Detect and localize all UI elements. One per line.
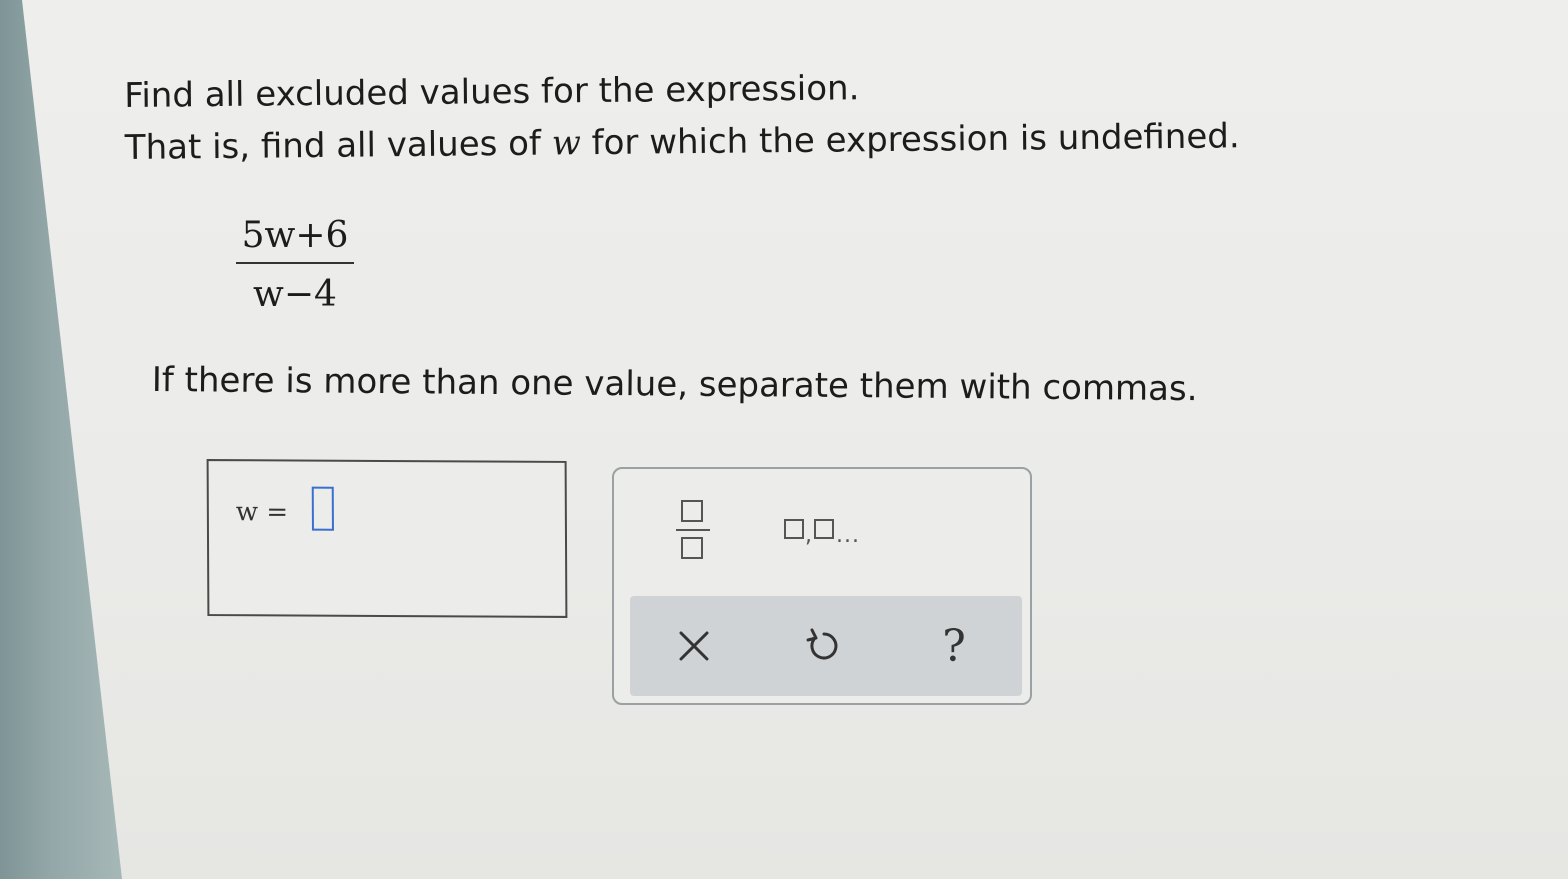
list-slot-icon [784, 519, 804, 539]
fraction-denominator-slot-icon [681, 537, 703, 559]
fraction-template-button[interactable] [674, 495, 712, 565]
math-palette: , ... ? [612, 467, 1032, 705]
undo-button[interactable] [792, 616, 852, 676]
answer-input[interactable] [311, 486, 334, 531]
question-variable: w [551, 123, 582, 164]
help-button[interactable]: ? [924, 616, 984, 676]
close-icon [679, 631, 709, 661]
answer-box[interactable]: w = [206, 459, 568, 618]
fraction-numerator-slot-icon [681, 500, 703, 522]
rational-expression: 5w+6 w−4 [236, 215, 354, 315]
list-template-button[interactable]: , ... [782, 517, 872, 548]
answer-label: w = [235, 497, 289, 528]
denominator: w−4 [253, 274, 337, 315]
list-ellipsis: ... [836, 523, 860, 548]
question-line-2-end: for which the expression is undefined. [580, 116, 1240, 164]
action-bar: ? [630, 596, 1022, 696]
numerator: 5w+6 [241, 215, 349, 256]
list-slot-icon [814, 519, 834, 539]
list-comma-icon: , [805, 523, 812, 548]
question-text: Find all excluded values for the express… [124, 58, 1240, 174]
question-line-2-start: That is, find all values of [124, 123, 552, 168]
fraction-bar [236, 262, 354, 264]
undo-icon [806, 628, 838, 660]
fraction-bar-icon [676, 529, 710, 531]
clear-button[interactable] [664, 616, 724, 676]
